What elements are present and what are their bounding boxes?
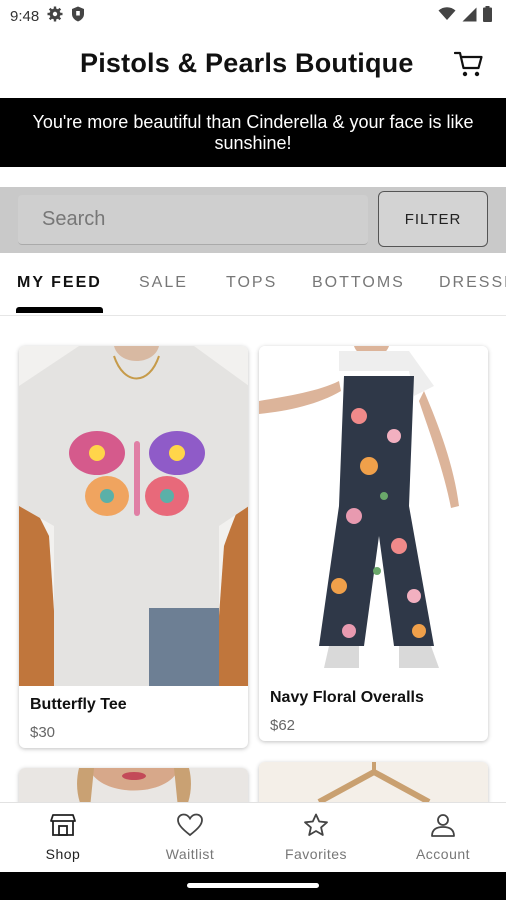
- cart-icon: [453, 50, 484, 83]
- star-icon: [303, 813, 329, 842]
- product-name: Butterfly Tee: [30, 696, 127, 713]
- tab-sale[interactable]: SALE: [139, 274, 188, 292]
- status-bar: 9:48: [0, 0, 506, 32]
- nav-shop[interactable]: Shop: [0, 803, 126, 873]
- cart-button[interactable]: [452, 49, 486, 83]
- product-image-butterfly-tee: [19, 346, 248, 686]
- status-right: [438, 6, 492, 26]
- system-gesture-bar: [0, 872, 506, 900]
- nav-favorites[interactable]: Favorites: [253, 803, 379, 873]
- nav-waitlist[interactable]: Waitlist: [127, 803, 253, 873]
- tab-bottoms[interactable]: BOTTOMS: [312, 274, 405, 292]
- product-card-navy-floral-overalls[interactable]: Navy Floral Overalls $62: [259, 346, 488, 741]
- battery-icon: [483, 6, 492, 26]
- search-bar: Search FILTER: [0, 187, 506, 253]
- page-title: Pistols & Pearls Boutique: [80, 48, 414, 78]
- shield-icon: [71, 6, 85, 26]
- product-image-navy-floral-overalls: [259, 346, 488, 679]
- home-gesture-handle[interactable]: [187, 883, 319, 888]
- app-bar: Pistols & Pearls Boutique: [0, 32, 506, 98]
- product-grid: Butterfly Tee $30 Navy Floral Overalls $…: [0, 316, 506, 802]
- promo-banner: You're more beautiful than Cinderella & …: [0, 98, 506, 167]
- bottom-nav: Shop Waitlist Favorites Account: [0, 802, 506, 872]
- product-image: [19, 768, 248, 802]
- settings-gear-icon: [47, 6, 63, 26]
- signal-icon: [462, 7, 477, 26]
- nav-account[interactable]: Account: [380, 803, 506, 873]
- tab-active-indicator: [16, 307, 103, 313]
- search-input[interactable]: Search: [18, 195, 368, 245]
- wifi-icon: [438, 7, 456, 25]
- product-image: [259, 762, 488, 802]
- nav-waitlist-label: Waitlist: [165, 846, 215, 862]
- status-time: 9:48: [10, 7, 40, 25]
- heart-icon: [177, 813, 203, 842]
- nav-account-label: Account: [415, 846, 471, 862]
- product-card[interactable]: [259, 762, 488, 802]
- product-name: Navy Floral Overalls: [270, 689, 424, 706]
- nav-favorites-label: Favorites: [284, 846, 348, 862]
- filter-button[interactable]: FILTER: [378, 191, 488, 247]
- category-tabs: MY FEED SALE TOPS BOTTOMS DRESSES: [0, 258, 506, 316]
- product-price: $62: [270, 717, 296, 734]
- filter-button-label: FILTER: [404, 210, 462, 228]
- product-card-butterfly-tee[interactable]: Butterfly Tee $30: [19, 346, 248, 748]
- tab-dresses[interactable]: DRESSES: [439, 274, 506, 292]
- nav-shop-label: Shop: [45, 846, 81, 862]
- product-price: $30: [30, 724, 56, 741]
- account-icon: [430, 813, 456, 842]
- promo-banner-text: You're more beautiful than Cinderella & …: [32, 111, 474, 153]
- tab-tops[interactable]: TOPS: [226, 274, 277, 292]
- shop-icon: [50, 813, 76, 842]
- tab-my-feed[interactable]: MY FEED: [17, 274, 102, 292]
- status-left: 9:48: [10, 6, 85, 26]
- product-card[interactable]: [19, 768, 248, 802]
- search-placeholder: Search: [42, 208, 106, 230]
